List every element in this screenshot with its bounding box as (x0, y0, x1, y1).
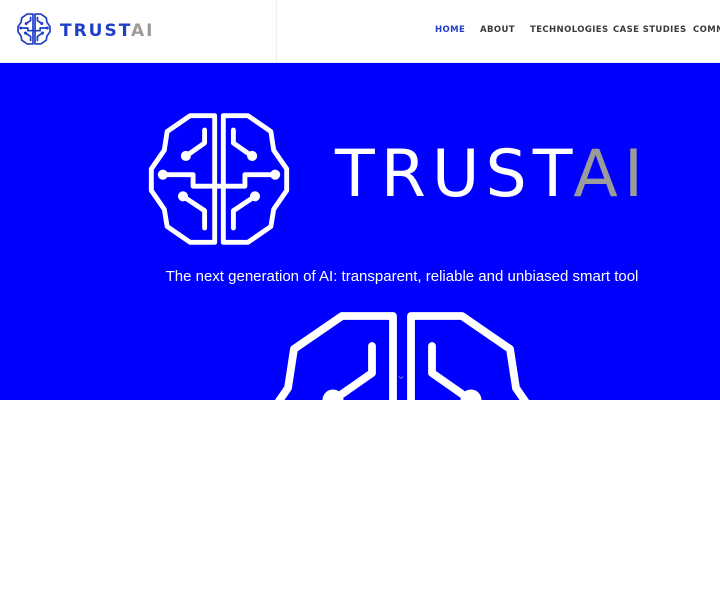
nav-item-home[interactable]: HOME (435, 25, 465, 35)
hero-tagline: The next generation of AI: transparent, … (165, 268, 639, 285)
hero-title-secondary: AI (573, 137, 650, 212)
hero-title-primary: TRUST (335, 137, 574, 212)
nav-item-comm[interactable]: COMM (693, 25, 720, 35)
brain-circuit-icon (252, 298, 552, 603)
nav-item-about[interactable]: ABOUT (480, 25, 515, 35)
hero-title: TRUSTAI (335, 142, 649, 207)
chevron-down-icon[interactable]: ⌄ (396, 368, 406, 382)
main-nav: HOME ABOUT TECHNOLOGIES CASE STUDIES COM… (0, 0, 720, 62)
nav-item-technologies[interactable]: TECHNOLOGIES (530, 25, 609, 35)
site-header: TRUSTAI HOME ABOUT TECHNOLOGIES CASE STU… (0, 0, 720, 63)
nav-item-case-studies[interactable]: CASE STUDIES (613, 25, 686, 35)
brain-circuit-icon (146, 107, 292, 256)
